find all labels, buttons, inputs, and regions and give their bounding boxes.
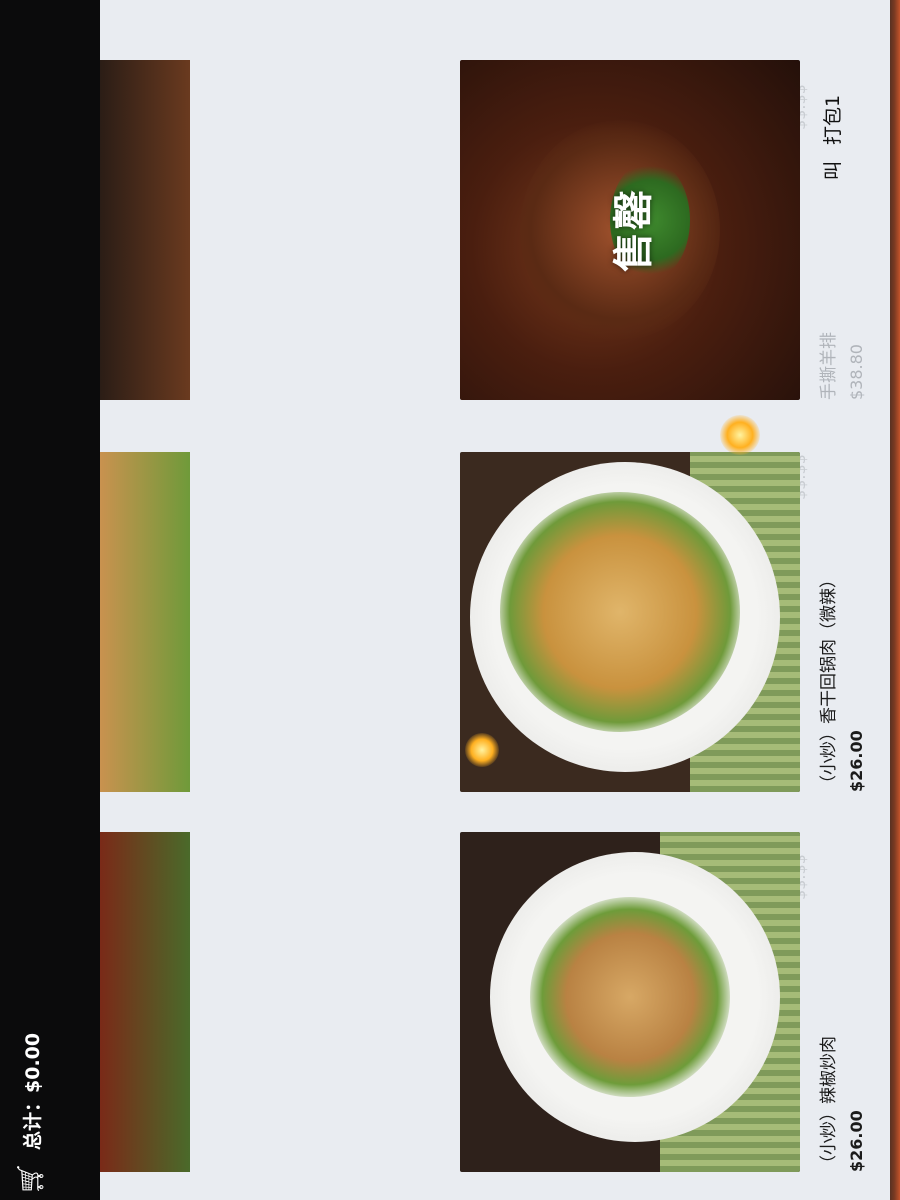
- dish-image[interactable]: [460, 452, 800, 792]
- cart-summary[interactable]: 🛒︎ 总计：$0.00: [4, 1010, 64, 1200]
- dish-name: 手撕羊排: [819, 332, 839, 400]
- sold-out-badge: 售罄: [611, 188, 657, 272]
- light-reflection: [465, 733, 499, 767]
- menu-card[interactable]: 售罄 手撕羊排 $38.80: [460, 60, 866, 400]
- cart-total: 总计：$0.00: [21, 1032, 44, 1150]
- dish-image-partial[interactable]: [100, 60, 190, 400]
- dish-price: $38.80: [847, 344, 866, 400]
- light-reflection: [720, 415, 760, 455]
- dish-image-partial[interactable]: [100, 832, 190, 1172]
- menu-card[interactable]: （小炒）香干回锅肉（微辣） $26.00: [460, 452, 866, 792]
- dish-image[interactable]: 售罄: [460, 60, 800, 400]
- shopping-cart-icon[interactable]: 🛒︎: [16, 1162, 46, 1195]
- menu-screen: 叫 打包1 $$.$$ $$.$$ $$.$$ 售罄 手撕羊排 $38.80: [100, 0, 890, 1200]
- photo-scene: 🛒︎ 总计：$0.00 叫 打包1 $$.$$ $$.$$ $$.$$ 售罄 手…: [0, 0, 900, 1200]
- dish-name: （小炒）香干回锅肉（微辣）: [819, 571, 839, 792]
- dish-name: （小炒）辣椒炒肉: [819, 1036, 839, 1172]
- dish-image-partial[interactable]: [100, 452, 190, 792]
- cart-bar: 🛒︎ 总计：$0.00: [0, 0, 100, 1200]
- dish-price: $26.00: [847, 1110, 866, 1172]
- menu-card[interactable]: （小炒）辣椒炒肉 $26.00: [460, 832, 866, 1172]
- dish-price: $26.00: [847, 730, 866, 792]
- dish-image[interactable]: [460, 832, 800, 1172]
